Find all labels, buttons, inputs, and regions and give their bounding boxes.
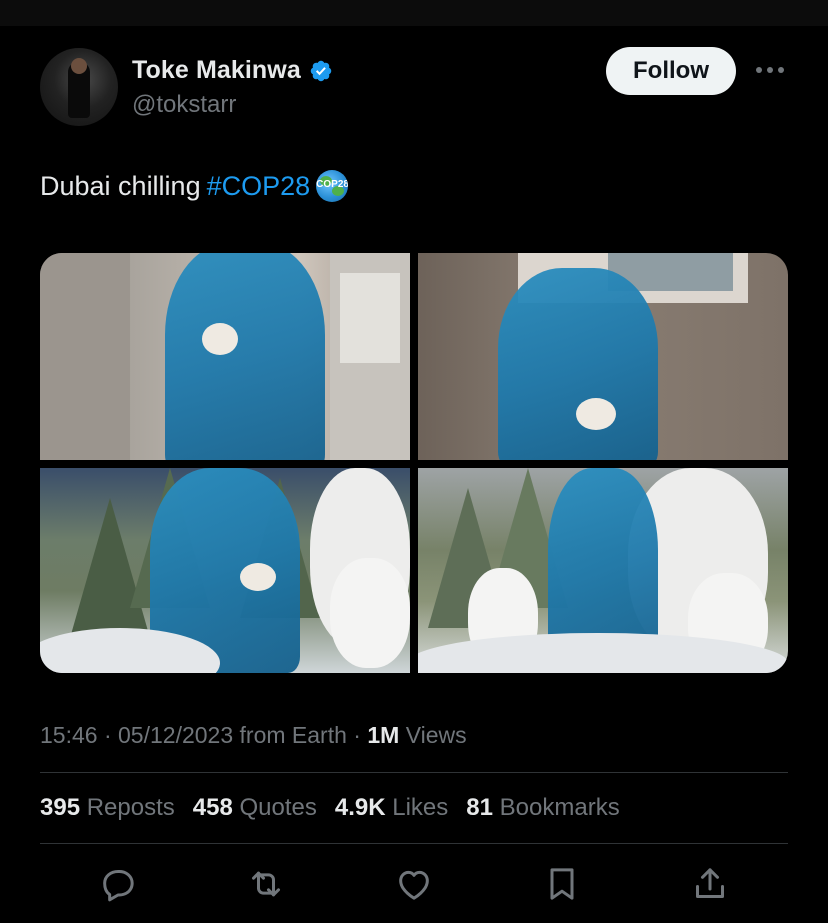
- quotes-label: Quotes: [239, 794, 317, 821]
- like-icon[interactable]: [394, 864, 434, 904]
- views-count: 1M: [367, 722, 400, 748]
- follow-button[interactable]: Follow: [606, 47, 736, 95]
- verified-badge-icon: [310, 60, 332, 81]
- tweet-text-body: Dubai chilling: [40, 170, 201, 201]
- share-icon[interactable]: [690, 864, 730, 904]
- avatar[interactable]: [40, 48, 118, 126]
- status-bar: [0, 0, 828, 26]
- bookmarks-label: Bookmarks: [499, 794, 620, 821]
- media-grid: [40, 253, 788, 673]
- bookmark-icon[interactable]: [542, 864, 582, 904]
- media-photo-3[interactable]: [40, 468, 410, 673]
- reposts-label: Reposts: [86, 794, 175, 821]
- author-name[interactable]: Toke Makinwa: [132, 56, 301, 85]
- tweet-header: Toke Makinwa @tokstarr Follow: [40, 44, 788, 128]
- likes-count: 4.9K: [334, 794, 386, 821]
- media-photo-2[interactable]: [418, 253, 788, 460]
- likes-label: Likes: [392, 794, 449, 821]
- engagement-stats: 395 Reposts 458 Quotes 4.9K Likes 81 Boo…: [40, 794, 620, 822]
- repost-icon[interactable]: [246, 864, 286, 904]
- hashtag-link[interactable]: #COP28: [207, 171, 311, 202]
- avatar-head: [71, 58, 87, 74]
- reply-icon[interactable]: [98, 864, 138, 904]
- author-name-row: Toke Makinwa: [132, 56, 333, 85]
- bookmarks-stat[interactable]: 81 Bookmarks: [466, 794, 619, 822]
- cop28-globe-emoji-icon: COP28: [316, 170, 349, 202]
- tweet-time[interactable]: 15:46: [40, 722, 98, 748]
- meta-separator: ·: [97, 722, 119, 748]
- tweet-meta: 15:46 · 05/12/2023 from Earth · 1M Views: [40, 722, 467, 749]
- action-bar: [40, 862, 788, 906]
- reposts-count: 395: [40, 794, 81, 821]
- meta-separator: ·: [346, 722, 368, 748]
- more-options-icon[interactable]: [752, 56, 788, 84]
- views-label: Views: [399, 722, 467, 748]
- author-handle[interactable]: @tokstarr: [132, 91, 236, 119]
- likes-stat[interactable]: 4.9K Likes: [335, 794, 448, 822]
- media-photo-1[interactable]: [40, 253, 410, 460]
- reposts-stat[interactable]: 395 Reposts: [40, 794, 175, 822]
- tweet-source: from Earth: [233, 722, 347, 748]
- divider: [40, 843, 788, 844]
- bookmarks-count: 81: [466, 794, 493, 821]
- emoji-label: COP28: [316, 179, 349, 190]
- quotes-count: 458: [192, 794, 233, 821]
- quotes-stat[interactable]: 458 Quotes: [193, 794, 317, 822]
- media-photo-4[interactable]: [418, 468, 788, 673]
- tweet-text: Dubai chilling #COP28 COP28: [40, 170, 349, 202]
- tweet-date[interactable]: 05/12/2023: [118, 722, 233, 748]
- divider: [40, 772, 788, 773]
